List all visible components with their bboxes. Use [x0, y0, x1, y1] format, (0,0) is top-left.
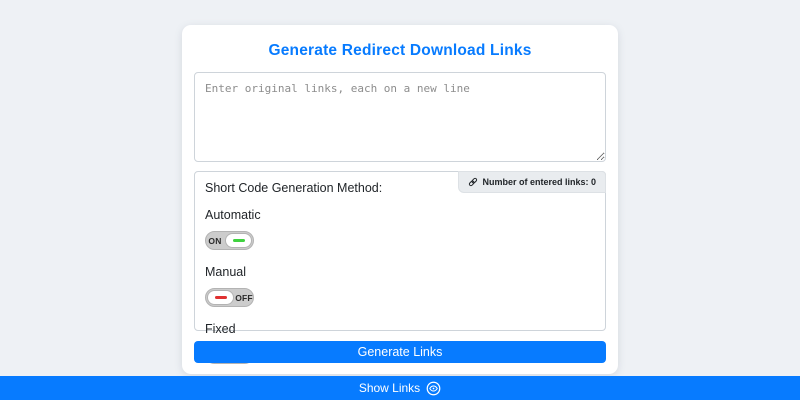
show-links-bar[interactable]: Show Links	[0, 376, 800, 400]
toggle-state-label: ON	[206, 236, 224, 246]
link-icon	[468, 177, 478, 187]
automatic-toggle[interactable]: ON	[205, 231, 254, 250]
option-label-manual: Manual	[205, 265, 595, 279]
manual-toggle[interactable]: OFF	[205, 288, 254, 307]
show-links-label: Show Links	[359, 381, 420, 395]
toggle-dash	[233, 239, 245, 242]
option-label-fixed: Fixed	[205, 322, 595, 336]
page-title: Generate Redirect Download Links	[182, 42, 618, 60]
generator-card: Generate Redirect Download Links Short C…	[182, 25, 618, 374]
generate-links-button[interactable]: Generate Links	[194, 341, 606, 363]
count-badge-text: Number of entered links: 0	[482, 178, 596, 187]
toggle-knob	[225, 233, 252, 248]
toggle-state-label: OFF	[235, 293, 253, 303]
toggle-knob	[207, 290, 234, 305]
original-links-input[interactable]	[194, 72, 606, 162]
eye-icon	[426, 381, 441, 396]
entered-links-count-badge: Number of entered links: 0	[458, 171, 606, 193]
toggle-dash	[215, 296, 227, 299]
method-section: Short Code Generation Method: Number of …	[194, 171, 606, 331]
option-label-automatic: Automatic	[205, 208, 595, 222]
